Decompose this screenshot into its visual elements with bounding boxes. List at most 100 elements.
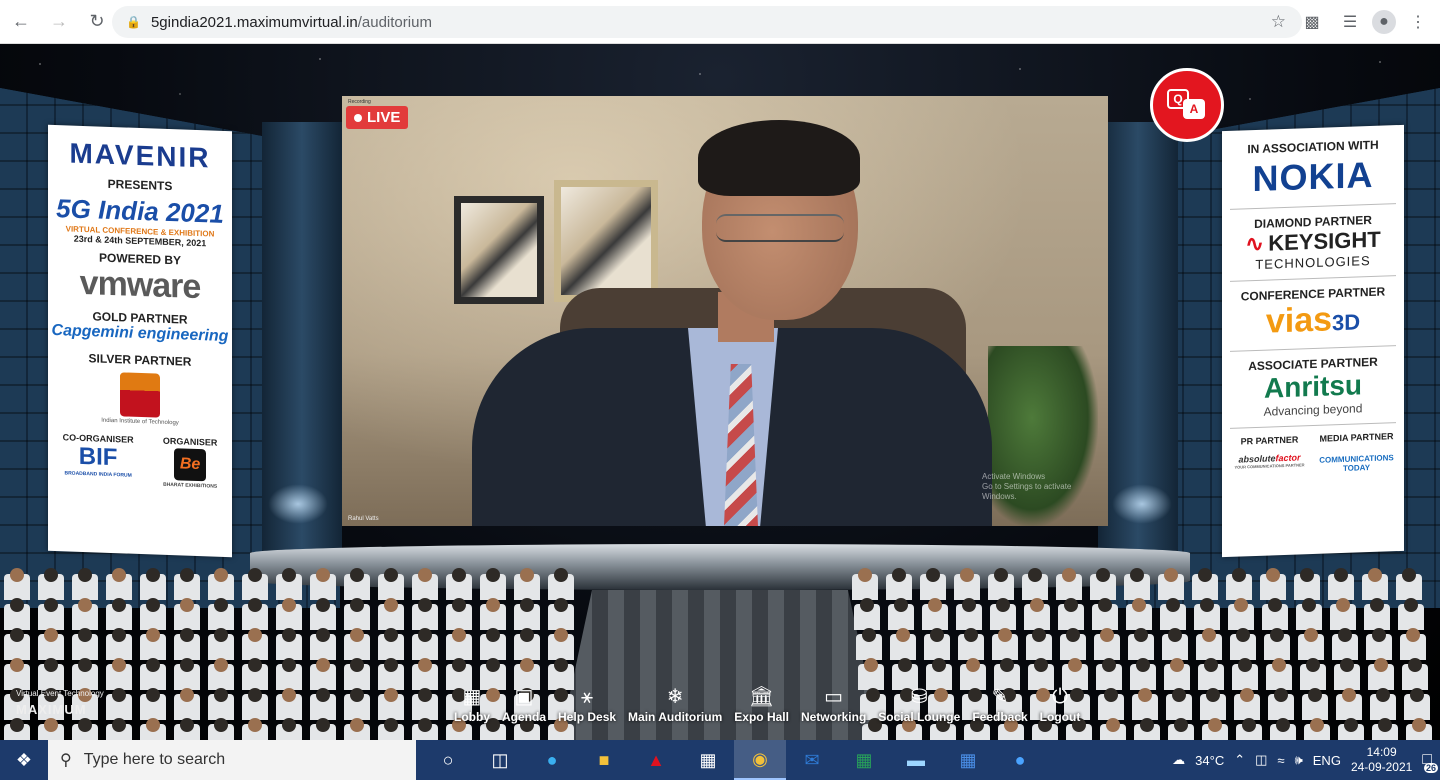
search-icon: ⚲: [60, 752, 72, 769]
nav-help-desk[interactable]: ⚹ Help Desk: [552, 684, 622, 724]
audience-seat: [378, 718, 404, 740]
acrobat-icon[interactable]: ▲: [630, 740, 682, 780]
nav-expo-hall[interactable]: 🏛 Expo Hall: [728, 684, 795, 724]
audience-seat: [480, 718, 506, 740]
volume-icon[interactable]: 🕪: [1295, 752, 1303, 768]
audience-seat: [1060, 628, 1086, 660]
seat-row: [840, 718, 1440, 740]
audience-seat: [310, 598, 336, 630]
live-video-feed[interactable]: Recording LIVE Rahul Vatts Activate Wind…: [342, 96, 1108, 526]
edge-icon[interactable]: ●: [526, 740, 578, 780]
audience-seat: [1202, 718, 1228, 740]
audience-seat: [344, 598, 370, 630]
audience-seat: [4, 568, 30, 600]
co-organiser: CO-ORGANISER BIF BROADBAND INDIA FORUM: [63, 432, 134, 486]
audience-seat: [276, 628, 302, 660]
nav-main-auditorium[interactable]: ❄ Main Auditorium: [622, 684, 728, 724]
language-indicator[interactable]: ENG: [1313, 753, 1341, 768]
wall-painting: [454, 196, 544, 304]
zoom-icon[interactable]: ●: [994, 740, 1046, 780]
chevron-up-icon[interactable]: ⌃: [1234, 752, 1245, 768]
audience-seat: [38, 598, 64, 630]
audience-seat: [548, 568, 574, 600]
nav-feedback[interactable]: ✎ Feedback: [966, 684, 1033, 724]
audience-seat: [378, 688, 404, 720]
nav-agenda[interactable]: ▣ Agenda: [496, 684, 552, 724]
store-icon[interactable]: ▦: [682, 740, 734, 780]
outlook-icon[interactable]: ✉: [786, 740, 838, 780]
audience-seat: [276, 658, 302, 690]
taskbar-search[interactable]: ⚲ Type here to search: [48, 740, 416, 780]
audience-seat: [140, 598, 166, 630]
excel-icon[interactable]: ▦: [838, 740, 890, 780]
audience-seat: [1404, 688, 1430, 720]
bookmark-star-icon[interactable]: ☆: [1271, 12, 1286, 32]
audience-seat: [988, 568, 1014, 600]
audience-seat: [140, 628, 166, 660]
audience-seat: [412, 598, 438, 630]
cortana-icon[interactable]: ○: [422, 740, 474, 780]
temperature[interactable]: 34°C: [1195, 753, 1224, 768]
live-label: LIVE: [367, 109, 401, 126]
taskbar-search-placeholder: Type here to search: [83, 751, 226, 768]
audience-seat: [930, 718, 956, 740]
audience-seat: [1226, 568, 1252, 600]
audience-seat: [480, 568, 506, 600]
audience-seat: [1334, 658, 1360, 690]
word-icon[interactable]: ▦: [942, 740, 994, 780]
profile-avatar-icon[interactable]: ●: [1372, 10, 1396, 34]
silver-partner-label: SILVER PARTNER: [88, 351, 192, 369]
windows-taskbar: ❖ ⚲ Type here to search ○ ◫ ● ■ ▲ ▦ ◉ ✉ …: [0, 740, 1440, 780]
audience-seat: [140, 658, 166, 690]
notes-icon[interactable]: ▬: [890, 740, 942, 780]
bharat-exhibitions-logo: Be: [174, 448, 207, 482]
audience-seat: [1268, 688, 1294, 720]
audience-seat: [896, 718, 922, 740]
audience-seat: [344, 688, 370, 720]
audience-seat: [1400, 628, 1426, 660]
nav-networking[interactable]: ▭ Networking: [795, 684, 872, 724]
weather-icon[interactable]: ☁: [1172, 752, 1185, 768]
notification-icon[interactable]: □ 26: [1422, 751, 1438, 773]
audience-seat: [1096, 658, 1122, 690]
back-icon[interactable]: ←: [4, 5, 38, 39]
task-view-icon[interactable]: ◫: [474, 740, 526, 780]
audience-seat: [1160, 598, 1186, 630]
media-control-icon[interactable]: ☰: [1334, 6, 1366, 38]
audience-seat: [964, 718, 990, 740]
battery-icon[interactable]: ◫: [1255, 752, 1267, 768]
chrome-icon[interactable]: ◉: [734, 740, 786, 780]
windows-start-icon[interactable]: ❖: [0, 740, 48, 780]
activate-windows-watermark: Activate Windows Go to Settings to activ…: [982, 472, 1108, 502]
silver-partner-logo: [120, 372, 160, 418]
audience-seat: [1338, 718, 1364, 740]
seat-row: [0, 568, 600, 602]
audience-seat: [1300, 658, 1326, 690]
address-bar[interactable]: 🔒 5gindia2021.maximumvirtual.in/auditori…: [112, 6, 1302, 38]
audience-seat: [242, 628, 268, 660]
nav-social-lounge[interactable]: ⛁ Social Lounge: [872, 684, 966, 724]
taskbar-clock[interactable]: 14:09 24-09-2021: [1351, 745, 1412, 775]
notification-count: 26: [1423, 763, 1438, 773]
nav-logout[interactable]: ⏻ Logout: [1034, 684, 1087, 724]
audience-seat: [344, 568, 370, 600]
audience-seat: [1166, 688, 1192, 720]
extensions-icon[interactable]: ▩: [1296, 6, 1328, 38]
file-explorer-icon[interactable]: ■: [578, 740, 630, 780]
wifi-icon[interactable]: ≈: [1277, 753, 1284, 768]
audience-seat: [1328, 568, 1354, 600]
organisers: CO-ORGANISER BIF BROADBAND INDIA FORUM O…: [48, 432, 232, 490]
menu-icon[interactable]: ⋮: [1402, 6, 1434, 38]
maximum-virtual-logo: Virtual Event Technology MAXIMUM: [16, 689, 104, 717]
qa-button[interactable]: Q A: [1150, 68, 1224, 142]
audience-seat: [1200, 688, 1226, 720]
audience-seat: [1124, 568, 1150, 600]
nav-lobby[interactable]: ▦ Lobby: [448, 684, 496, 724]
audience-seat: [548, 718, 574, 740]
audience-seat: [174, 628, 200, 660]
audience-seat: [1126, 598, 1152, 630]
forward-icon[interactable]: →: [42, 5, 76, 39]
reload-icon[interactable]: ↻: [80, 5, 114, 39]
audience-seat: [446, 568, 472, 600]
nav-label: Logout: [1039, 710, 1081, 724]
